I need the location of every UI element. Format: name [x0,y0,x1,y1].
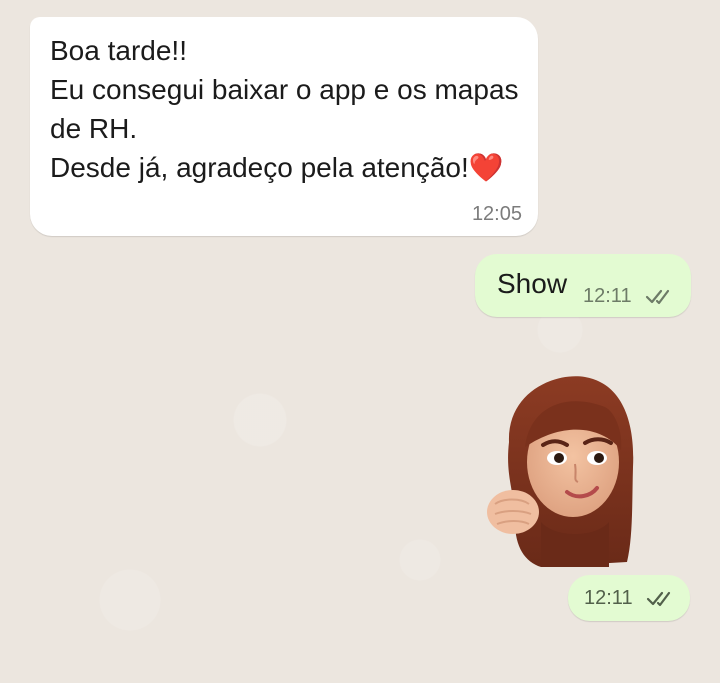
incoming-message-bubble[interactable]: Boa tarde!! Eu consegui baixar o app e o… [30,17,538,236]
memoji-sticker[interactable] [485,372,641,567]
outgoing-message-bubble[interactable]: Show 12:11 [475,254,691,317]
message-text: Show [497,268,568,299]
message-line: Desde já, agradeço pela atenção!❤️ [50,152,504,184]
message-line-text: Desde já, agradeço pela atenção! [50,152,469,183]
message-timestamp: 12:05 [471,203,522,225]
heart-emoji-icon: ❤️ [468,152,504,183]
double-check-icon [645,289,670,305]
double-check-icon [646,591,671,607]
message-line: Boa tarde!! [50,35,187,66]
outgoing-sticker-timestamp-bubble: 12:11 [568,575,690,621]
message-timestamp: 12:11 [583,285,632,307]
message-line: Eu consegui baixar o app e os mapas [50,74,519,105]
message-timestamp: 12:11 [584,587,633,609]
message-line: de RH. [50,113,138,144]
